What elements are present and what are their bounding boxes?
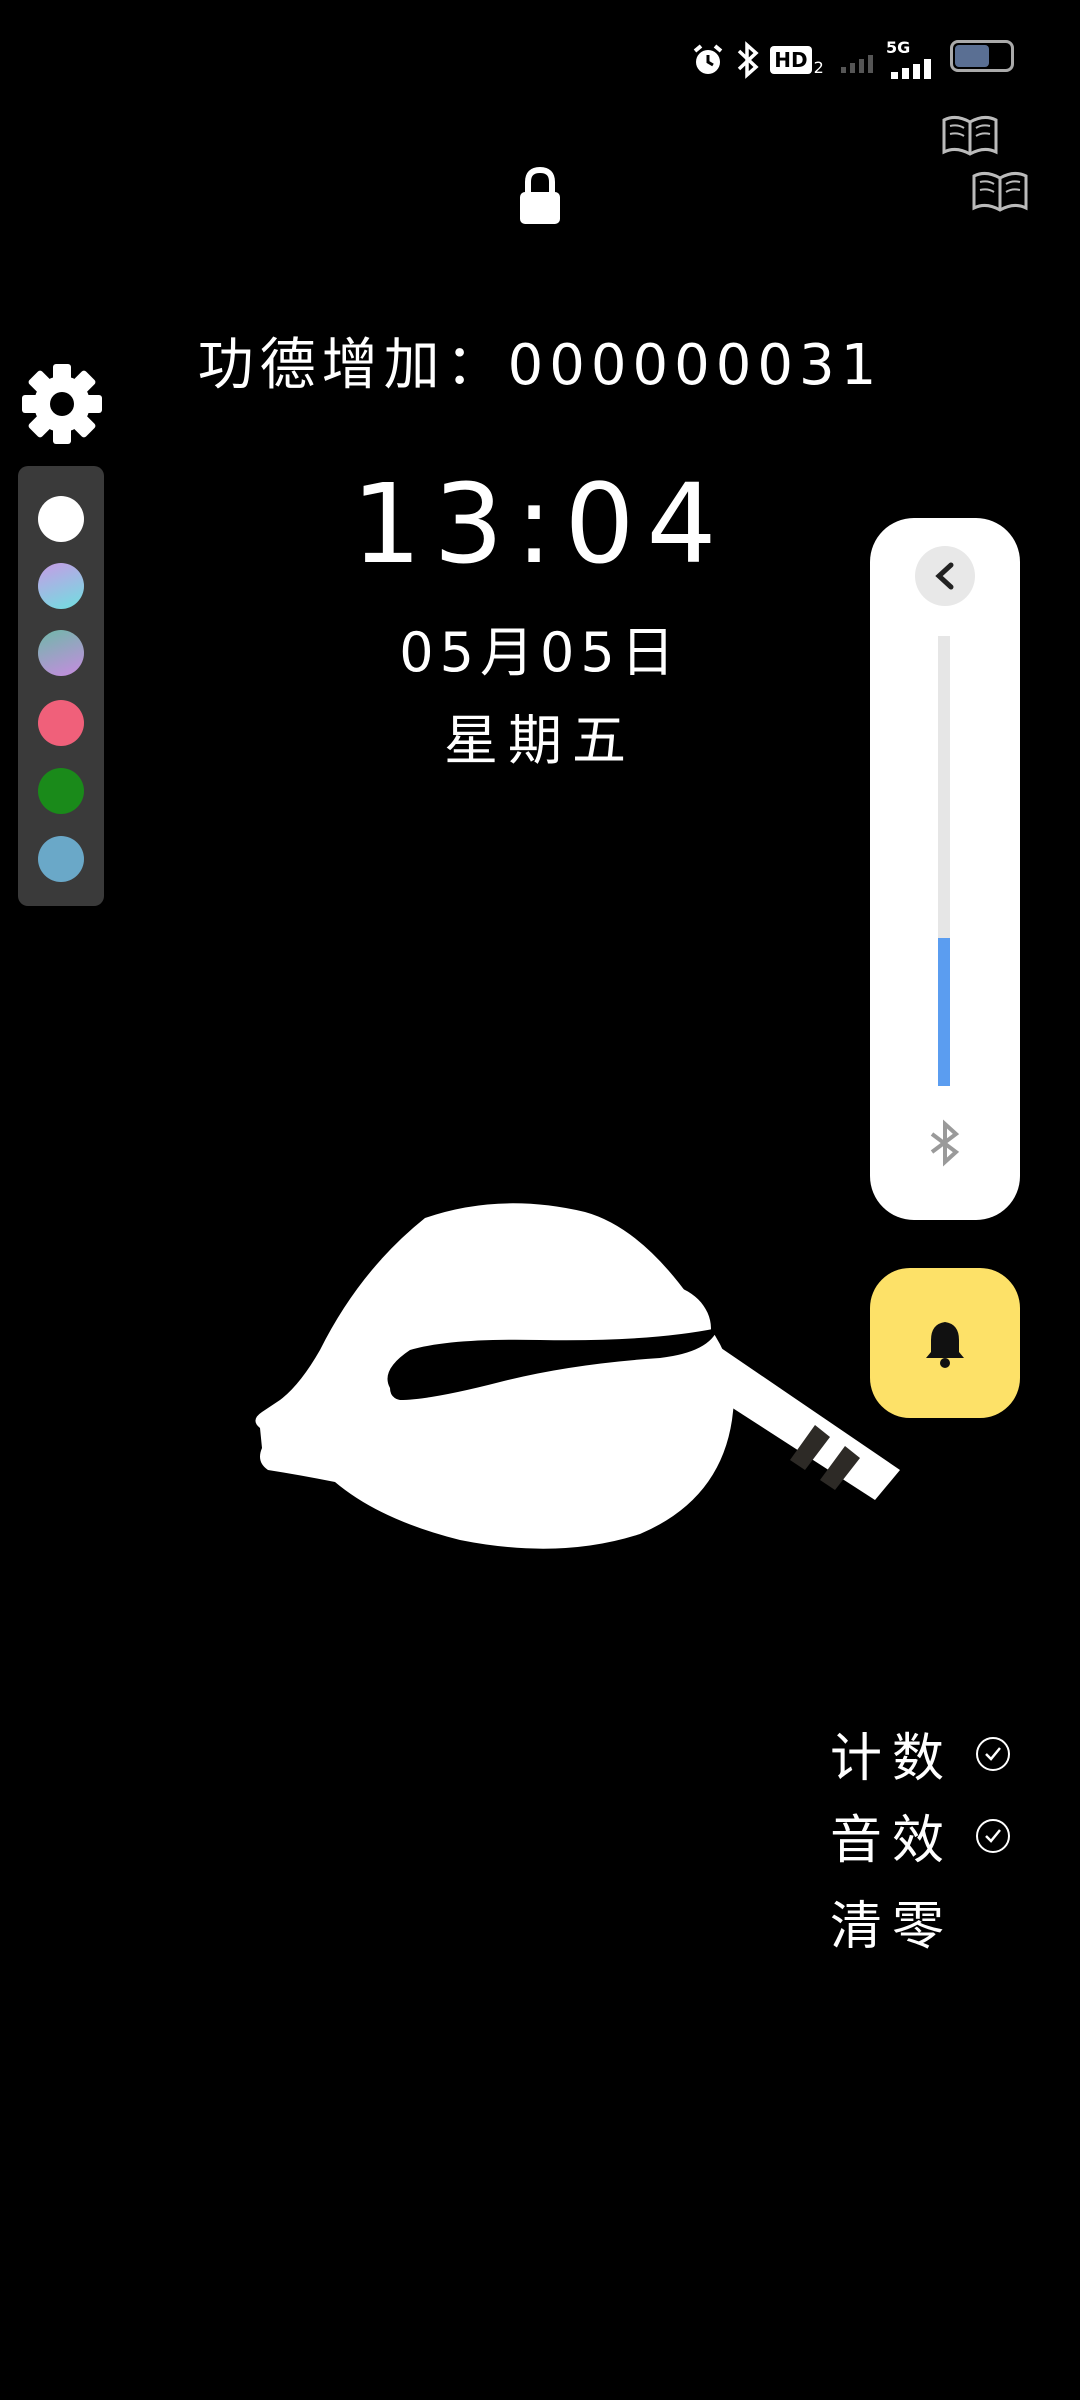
signal-icon: [838, 38, 878, 82]
merit-counter-label: 功德增加：: [197, 333, 508, 398]
volume-slider-fill: [938, 937, 950, 1086]
lock-icon[interactable]: [518, 166, 562, 230]
hd-label: HD: [770, 46, 812, 74]
bluetooth-output-icon[interactable]: [920, 1118, 970, 1168]
color-swatch-teal-purple[interactable]: [38, 630, 84, 676]
wooden-fish[interactable]: [240, 1200, 760, 1564]
option-count-label: 计数: [830, 1729, 955, 1789]
merit-counter-value: 000000031: [507, 333, 883, 398]
hd-sub: 2: [813, 57, 824, 77]
network-label: 5G: [886, 38, 911, 57]
option-sound[interactable]: 音效: [830, 1798, 1011, 1873]
alarm-icon: [690, 38, 726, 82]
color-swatch-blue[interactable]: [38, 836, 84, 882]
option-reset[interactable]: 清零: [830, 1884, 954, 1959]
checkmark-icon: [976, 1818, 1011, 1853]
book-icon[interactable]: [940, 112, 1000, 162]
bluetooth-icon: [730, 38, 766, 82]
color-swatch-pink[interactable]: [38, 700, 84, 746]
merit-counter: 功德增加：000000031: [0, 320, 1080, 401]
bell-icon: [926, 1322, 964, 1368]
color-palette: [18, 466, 104, 906]
battery-level: [955, 45, 989, 67]
volume-slider[interactable]: [938, 636, 950, 1086]
settings-gear-icon[interactable]: [20, 362, 104, 446]
color-swatch-white[interactable]: [38, 496, 84, 542]
book-icon-secondary[interactable]: [970, 168, 1030, 218]
battery-icon: [950, 40, 1014, 72]
checkmark-icon: [976, 1736, 1011, 1771]
bell-button[interactable]: [870, 1268, 1020, 1418]
5g-signal-icon: 5G: [884, 38, 938, 82]
status-bar: HD 2 5G: [0, 0, 1080, 110]
color-swatch-green[interactable]: [38, 768, 84, 814]
collapse-chevron-icon[interactable]: [915, 546, 975, 606]
color-swatch-purple-cyan[interactable]: [38, 563, 84, 609]
option-count[interactable]: 计数: [830, 1716, 1011, 1791]
volume-panel: [870, 518, 1020, 1220]
option-reset-label: 清零: [830, 1897, 955, 1957]
hd-icon: HD 2: [770, 38, 824, 82]
option-sound-label: 音效: [830, 1811, 955, 1871]
